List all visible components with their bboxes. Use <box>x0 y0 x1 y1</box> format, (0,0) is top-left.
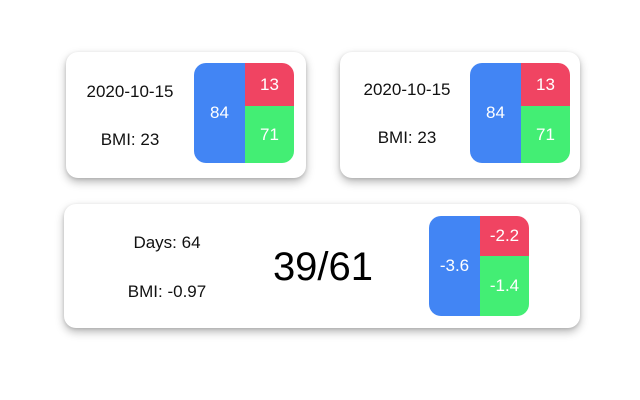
metrics-grid: 84 13 71 <box>194 63 294 163</box>
green-metric-cell: 71 <box>521 106 570 163</box>
red-metric-cell: 13 <box>245 63 294 106</box>
change-metrics-grid: -3.6 -2.2 -1.4 <box>429 216 529 316</box>
red-metric-cell: -2.2 <box>480 216 529 256</box>
measurement-card-1[interactable]: 2020-10-15 BMI: 23 84 13 71 <box>66 52 306 178</box>
summary-card[interactable]: Days: 64 BMI: -0.97 39/61 -3.6 -2.2 -1.4 <box>64 204 580 328</box>
green-metric-cell: -1.4 <box>480 256 529 316</box>
blue-metric-cell: -3.6 <box>429 216 480 316</box>
red-metric-cell: 13 <box>521 63 570 106</box>
measurement-bmi: BMI: 23 <box>100 130 160 149</box>
measurement-date: 2020-10-15 <box>86 82 174 101</box>
bmi-change: BMI: -0.97 <box>127 282 207 301</box>
ratio-value: 39/61 <box>272 245 374 289</box>
measurement-bmi: BMI: 23 <box>377 128 437 147</box>
blue-metric-cell: 84 <box>470 63 521 163</box>
days-count: Days: 64 <box>133 233 201 252</box>
measurement-card-2[interactable]: 2020-10-15 BMI: 23 84 13 71 <box>340 52 580 178</box>
green-metric-cell: 71 <box>245 106 294 163</box>
blue-metric-cell: 84 <box>194 63 245 163</box>
measurement-date: 2020-10-15 <box>363 80 451 99</box>
metrics-grid: 84 13 71 <box>470 63 570 163</box>
